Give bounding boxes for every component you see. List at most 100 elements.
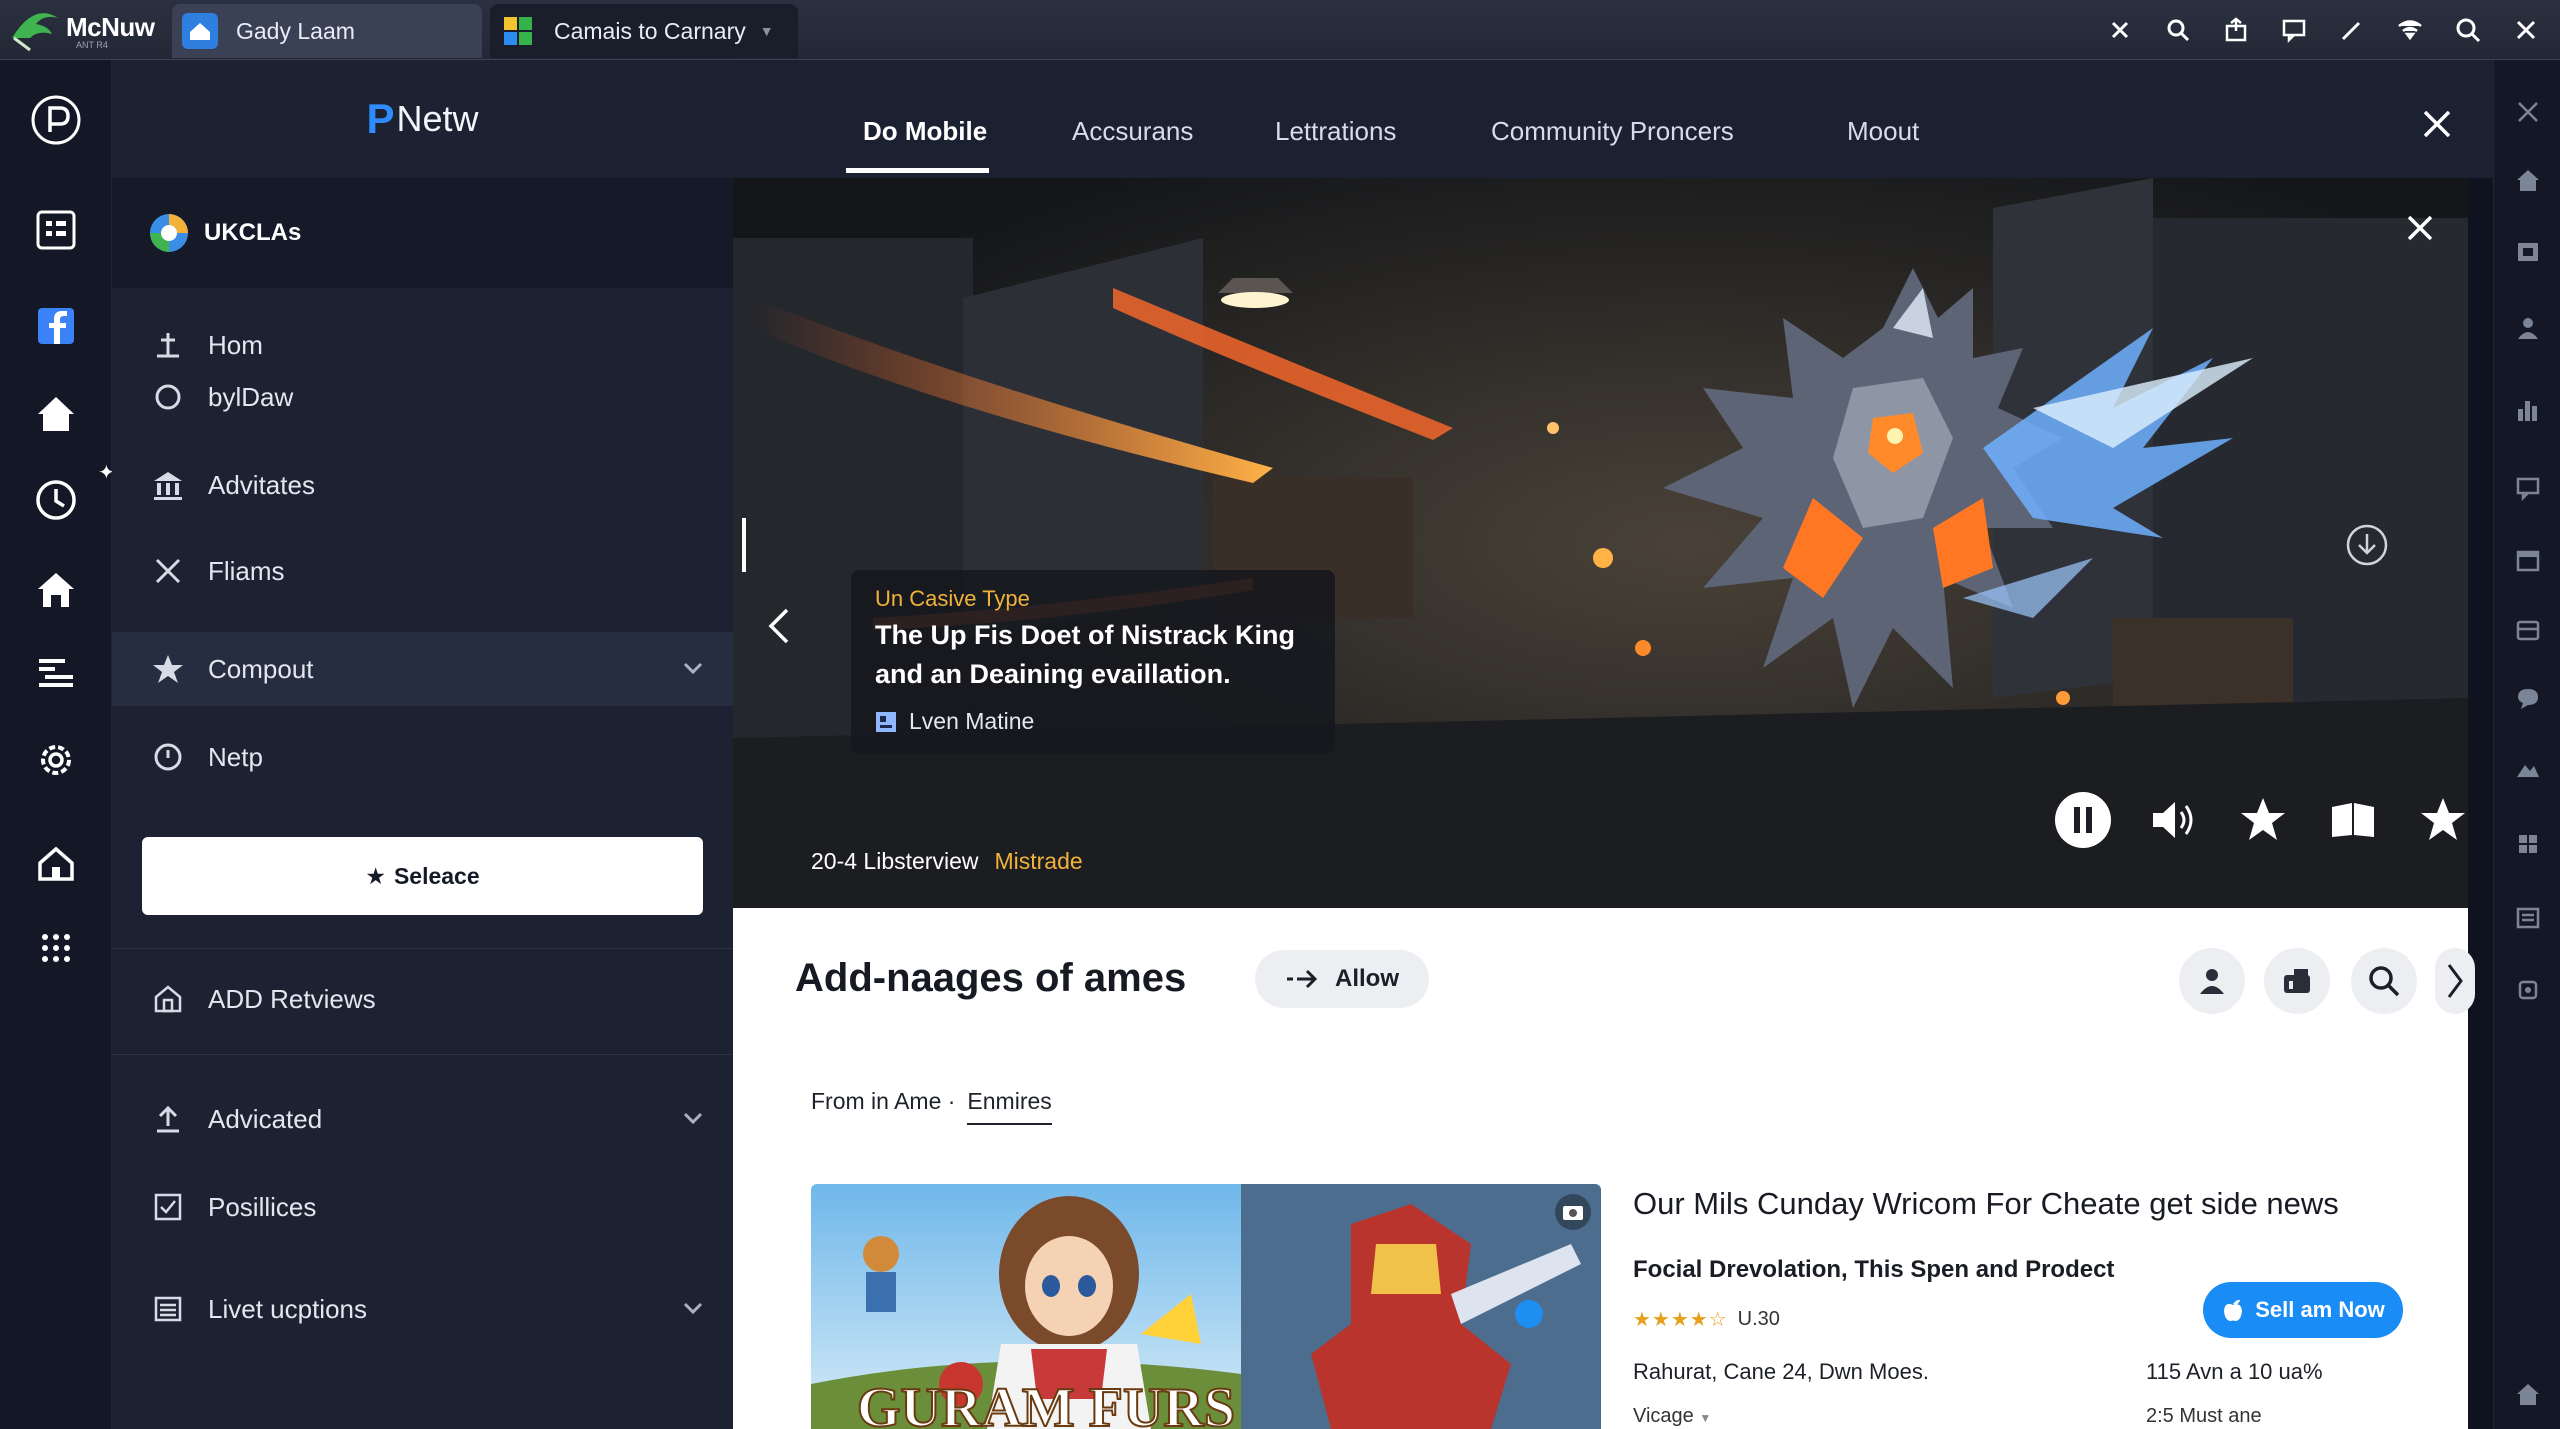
main-header: Do Mobile Accsurans Lettrations Communit… xyxy=(733,60,2493,178)
house-icon xyxy=(148,979,188,1019)
zoom-icon[interactable] xyxy=(2450,12,2486,48)
card-must: 2:5 Must ane xyxy=(2146,1405,2262,1427)
dashboard-icon[interactable] xyxy=(28,202,84,258)
share-icon[interactable] xyxy=(2218,12,2254,48)
browser-tab-2[interactable]: Camais to Carnary ▼ xyxy=(490,4,798,58)
store-icon[interactable] xyxy=(28,562,84,618)
user-button[interactable] xyxy=(2179,948,2245,1014)
card-title[interactable]: Our Mils Cunday Wricom For Cheate get si… xyxy=(1633,1186,2339,1222)
star-icon xyxy=(148,649,188,689)
gear-icon[interactable] xyxy=(28,732,84,788)
game-card-art: GURAM FURS xyxy=(811,1184,1601,1429)
book-icon[interactable] xyxy=(2323,790,2383,850)
browser-tab-1[interactable]: Gady Laam xyxy=(172,4,482,58)
chevron-down-icon[interactable] xyxy=(681,656,705,680)
close-icon[interactable] xyxy=(2102,12,2138,48)
favorite-star-icon[interactable] xyxy=(2413,790,2468,850)
sidebar-item-advicated[interactable]: Advicated xyxy=(112,1082,733,1156)
next-button[interactable] xyxy=(2435,948,2475,1014)
user-icon[interactable] xyxy=(2512,312,2544,344)
home-icon[interactable] xyxy=(2512,164,2544,196)
chat-icon[interactable] xyxy=(2512,472,2544,504)
rating-label: U.30 xyxy=(1737,1308,1780,1330)
close-icon[interactable] xyxy=(2512,96,2544,128)
message-icon[interactable] xyxy=(2512,682,2544,714)
volume-icon[interactable] xyxy=(2143,790,2203,850)
hero-author[interactable]: Lven Matine xyxy=(875,708,1311,735)
media-icon[interactable] xyxy=(2512,236,2544,268)
cloud-house-icon xyxy=(182,13,218,49)
browser-titlebar: McNuw ANT R4 Gady Laam Camais to Carnary… xyxy=(0,0,2560,60)
wifi-icon[interactable] xyxy=(2392,12,2428,48)
hero-meta-tag[interactable]: Mistrade xyxy=(994,848,1082,874)
window-close-icon[interactable] xyxy=(2508,12,2544,48)
chevron-down-icon[interactable] xyxy=(681,1296,705,1320)
account-header[interactable]: UKCLAs xyxy=(112,178,733,288)
close-icon[interactable] xyxy=(2400,208,2440,248)
hero-banner[interactable]: Un Casive Type The Up Fis Doet of Nistra… xyxy=(733,178,2468,908)
list-icon xyxy=(148,1289,188,1329)
tab-lettrations[interactable]: Lettrations xyxy=(1275,116,1396,147)
puzzle-icon[interactable] xyxy=(2512,828,2544,860)
game-card-image[interactable]: GURAM FURS xyxy=(811,1184,1601,1429)
tab-accsurans[interactable]: Accsurans xyxy=(1072,116,1193,147)
filter-enmires[interactable]: Enmires xyxy=(967,1088,1052,1125)
search-icon[interactable] xyxy=(2160,12,2196,48)
sidebar-brand[interactable]: P Netw xyxy=(112,60,733,178)
star-icon[interactable] xyxy=(2233,790,2293,850)
clock-icon xyxy=(148,737,188,777)
gamepad-button[interactable] xyxy=(2264,948,2330,1014)
history-icon[interactable] xyxy=(28,472,84,528)
house-outline-icon[interactable] xyxy=(28,836,84,892)
home-bottom-icon[interactable] xyxy=(2512,1378,2544,1410)
mountain-icon[interactable] xyxy=(2512,752,2544,784)
pen-icon[interactable] xyxy=(2334,12,2370,48)
home-icon[interactable] xyxy=(28,386,84,442)
chevron-down-icon[interactable]: ▼ xyxy=(760,23,774,39)
arrow-right-icon xyxy=(1287,969,1318,989)
sidebar-item-label: Advitates xyxy=(208,469,315,500)
bar-chart-icon[interactable] xyxy=(2512,394,2544,426)
tab-community-proncers[interactable]: Community Proncers xyxy=(1491,116,1734,147)
pause-icon[interactable] xyxy=(2053,790,2113,850)
chevron-down-icon[interactable] xyxy=(681,1106,705,1130)
settings-icon[interactable] xyxy=(2512,974,2544,1006)
menu-list-icon[interactable] xyxy=(28,646,84,702)
download-icon[interactable] xyxy=(2345,523,2389,567)
card-rating: ★★★★☆ U.30 xyxy=(1633,1307,1780,1332)
sidebar-item-bylldaw[interactable]: bylDaw xyxy=(112,360,733,434)
app-name: McNuw xyxy=(66,12,155,42)
filter-tabs: From in Ame · Enmires xyxy=(811,1088,1052,1125)
app-logo[interactable]: McNuw ANT R4 xyxy=(8,6,168,54)
comment-icon[interactable] xyxy=(2276,12,2312,48)
filter-from-in-ame[interactable]: From in Ame · xyxy=(811,1088,955,1125)
facebook-icon[interactable] xyxy=(28,298,84,354)
sidebar-item-fliams[interactable]: Fliams xyxy=(112,534,733,608)
profile-logo-icon[interactable] xyxy=(28,92,84,148)
sidebar-item-advitates[interactable]: Advitates xyxy=(112,448,733,522)
close-icon[interactable] xyxy=(2417,104,2457,144)
app-subtitle: ANT R4 xyxy=(76,40,108,50)
sidebar-item-posillices[interactable]: Posillices xyxy=(112,1170,733,1244)
sidebar-item-add-retviews[interactable]: ADD Retviews xyxy=(112,962,733,1036)
hero-caption-card[interactable]: Un Casive Type The Up Fis Doet of Nistra… xyxy=(851,570,1335,754)
select-button[interactable]: ★ Seleace xyxy=(142,837,703,915)
chevron-left-icon[interactable] xyxy=(763,606,795,646)
allow-button[interactable]: Allow xyxy=(1255,950,1429,1008)
carousel-indicator xyxy=(742,518,746,572)
tab-do-mobile[interactable]: Do Mobile xyxy=(863,116,987,147)
calendar-icon[interactable] xyxy=(2512,544,2544,576)
apps-grid-icon[interactable] xyxy=(28,920,84,976)
search-button[interactable] xyxy=(2351,948,2417,1014)
sidebar-item-livet-ucptions[interactable]: Livet ucptions xyxy=(112,1272,733,1346)
card-vicage[interactable]: Vicage ▼ xyxy=(1633,1405,1711,1428)
list-icon[interactable] xyxy=(2512,902,2544,934)
sidebar-item-compout[interactable]: Compout xyxy=(112,632,733,706)
sidebar-item-netp[interactable]: Netp xyxy=(112,720,733,794)
sell-now-button[interactable]: Sell am Now xyxy=(2203,1282,2403,1338)
tab-moout[interactable]: Moout xyxy=(1847,116,1919,147)
camera-icon[interactable] xyxy=(1553,1192,1593,1232)
archive-icon[interactable] xyxy=(2512,614,2544,646)
allow-button-label: Allow xyxy=(1335,965,1399,992)
vicage-label: Vicage xyxy=(1633,1405,1694,1427)
